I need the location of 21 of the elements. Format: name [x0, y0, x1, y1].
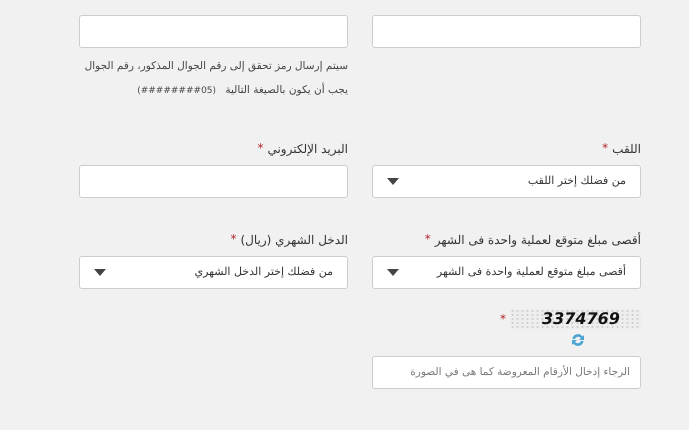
field-label: أقصى مبلغ متوقع لعملية واحدة فى الشهر [434, 232, 641, 248]
refresh-icon[interactable] [570, 332, 586, 348]
caret-icon [387, 269, 399, 276]
input-field[interactable] [79, 15, 348, 48]
field-label: اللقب [612, 141, 641, 157]
select-dropdown[interactable]: من فضلك إختر اللقب [372, 165, 641, 198]
caret-icon [94, 269, 106, 276]
required-mark: * [424, 232, 431, 246]
captcha-input[interactable]: الرجاء إدخال الأرقام المعروضة كما هى في الصورة [372, 356, 641, 389]
required-mark: * [500, 312, 506, 326]
required-mark: * [602, 141, 608, 155]
input-field[interactable] [372, 15, 641, 48]
captcha-image: 3374769 [510, 309, 641, 329]
field-label: الدخل الشهري (ريال) [240, 232, 348, 248]
required-mark: * [230, 232, 236, 246]
select-dropdown[interactable]: أقصى مبلغ متوقع لعملية واحدة فى الشهر [372, 256, 641, 289]
field-label: البريد الإلكتروني [267, 141, 348, 157]
caret-icon [387, 178, 399, 185]
input-field[interactable] [79, 165, 348, 198]
select-dropdown[interactable]: من فضلك إختر الدخل الشهري [79, 256, 348, 289]
required-mark: * [257, 141, 264, 155]
